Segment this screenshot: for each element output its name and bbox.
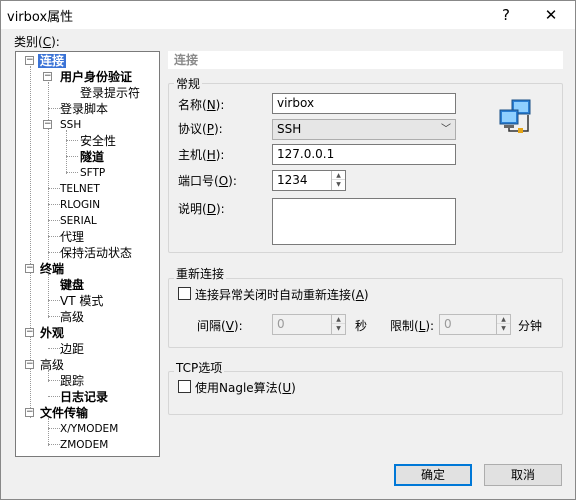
nagle-checkbox[interactable]: [178, 380, 191, 393]
limit-stepper[interactable]: 0 ▲ ▼: [439, 314, 511, 335]
collapse-icon[interactable]: −: [25, 264, 34, 273]
limit-value: 0: [444, 317, 452, 331]
limit-label: 限制(L):: [390, 319, 435, 333]
panel-header: 连接: [168, 51, 563, 69]
tree-item-zmodem[interactable]: ZMODEM: [60, 437, 108, 453]
tree-item-log[interactable]: 日志记录: [60, 389, 108, 405]
tree-item-login-script[interactable]: 登录脚本: [60, 101, 108, 117]
collapse-icon[interactable]: −: [25, 328, 34, 337]
close-button[interactable]: ✕: [537, 4, 565, 26]
interval-stepper[interactable]: 0 ▲ ▼: [272, 314, 346, 335]
collapse-icon[interactable]: −: [25, 360, 34, 369]
port-spinner[interactable]: ▲ ▼: [331, 171, 345, 190]
properties-dialog: virbox属性 ? ✕ 类别(C): − − − − − − − 连接 用户身…: [0, 0, 576, 500]
tree-item-appearance[interactable]: 外观: [40, 325, 64, 341]
tree-item-security[interactable]: 安全性: [80, 133, 116, 149]
chevron-down-icon: ﹀: [441, 124, 451, 135]
spin-down-icon[interactable]: ▼: [332, 324, 345, 333]
tree-item-margin[interactable]: 边距: [60, 341, 84, 357]
tree-item-file-transfer[interactable]: 文件传输: [40, 405, 88, 421]
help-button[interactable]: ?: [492, 4, 520, 26]
tree-item-serial[interactable]: SERIAL: [60, 213, 97, 229]
description-textarea[interactable]: [272, 198, 456, 245]
tcp-group-title: TCP选项: [174, 359, 225, 376]
interval-value: 0: [277, 317, 285, 331]
spin-down-icon[interactable]: ▼: [332, 180, 345, 189]
collapse-icon[interactable]: −: [43, 72, 52, 81]
spin-up-icon[interactable]: ▲: [497, 315, 510, 324]
nagle-label: 使用Nagle算法(U): [195, 381, 296, 395]
general-group-title: 常规: [174, 75, 203, 92]
port-label: 端口号(O):: [178, 174, 237, 188]
network-icon: [499, 99, 531, 133]
port-value: 1234: [277, 173, 308, 187]
protocol-select[interactable]: SSH ﹀: [272, 119, 456, 140]
spin-up-icon[interactable]: ▲: [332, 171, 345, 180]
tree-item-ssh[interactable]: SSH: [60, 117, 81, 133]
tree-item-vt-mode[interactable]: VT 模式: [60, 293, 103, 309]
protocol-select-value: SSH: [277, 122, 302, 136]
tree-item-sftp[interactable]: SFTP: [80, 165, 105, 181]
collapse-icon[interactable]: −: [25, 408, 34, 417]
tree-item-xymodem[interactable]: X/YMODEM: [60, 421, 118, 437]
ok-button[interactable]: 确定: [394, 464, 472, 486]
tree-item-advanced[interactable]: 高级: [40, 357, 64, 373]
collapse-icon[interactable]: −: [25, 56, 34, 65]
spin-down-icon[interactable]: ▼: [497, 324, 510, 333]
host-input[interactable]: 127.0.0.1: [272, 144, 456, 165]
tree-item-telnet[interactable]: TELNET: [60, 181, 100, 197]
limit-spinner[interactable]: ▲ ▼: [496, 315, 510, 334]
tree-item-proxy[interactable]: 代理: [60, 229, 84, 245]
tree-item-keyboard[interactable]: 键盘: [60, 277, 84, 293]
tree-item-terminal[interactable]: 终端: [40, 261, 64, 277]
tree-item-tunnel[interactable]: 隧道: [80, 149, 104, 165]
seconds-unit: 秒: [355, 319, 368, 333]
tree-item-terminal-advanced[interactable]: 高级: [60, 309, 84, 325]
spin-up-icon[interactable]: ▲: [332, 315, 345, 324]
tree-item-user-auth[interactable]: 用户身份验证: [60, 69, 132, 85]
cancel-button[interactable]: 取消: [484, 464, 562, 486]
window-title: virbox属性: [7, 10, 74, 25]
tree-item-keepalive[interactable]: 保持活动状态: [60, 245, 132, 261]
category-label: 类别(C):: [14, 35, 60, 49]
collapse-icon[interactable]: −: [43, 120, 52, 129]
name-input[interactable]: virbox: [272, 93, 456, 114]
host-label: 主机(H):: [178, 148, 225, 162]
name-label: 名称(N):: [178, 98, 225, 112]
protocol-label: 协议(P):: [178, 122, 223, 136]
description-label: 说明(D):: [178, 202, 225, 216]
auto-reconnect-checkbox[interactable]: [178, 287, 191, 300]
tree-item-trace[interactable]: 跟踪: [60, 373, 84, 389]
auto-reconnect-label: 连接异常关闭时自动重新连接(A): [195, 288, 369, 302]
port-stepper[interactable]: 1234 ▲ ▼: [272, 170, 346, 191]
tree-item-connect[interactable]: 连接: [38, 53, 67, 69]
tree-item-login-prompt[interactable]: 登录提示符: [80, 85, 140, 101]
category-tree[interactable]: − − − − − − − 连接 用户身份验证 登录提示符 登录脚本 SSH 安…: [15, 51, 160, 457]
interval-label: 间隔(V):: [197, 319, 243, 333]
interval-spinner[interactable]: ▲ ▼: [331, 315, 345, 334]
tree-item-rlogin[interactable]: RLOGIN: [60, 197, 100, 213]
reconnect-group-title: 重新连接: [174, 265, 227, 282]
minutes-unit: 分钟: [518, 319, 543, 333]
title-bar: virbox属性 ? ✕: [1, 1, 575, 29]
